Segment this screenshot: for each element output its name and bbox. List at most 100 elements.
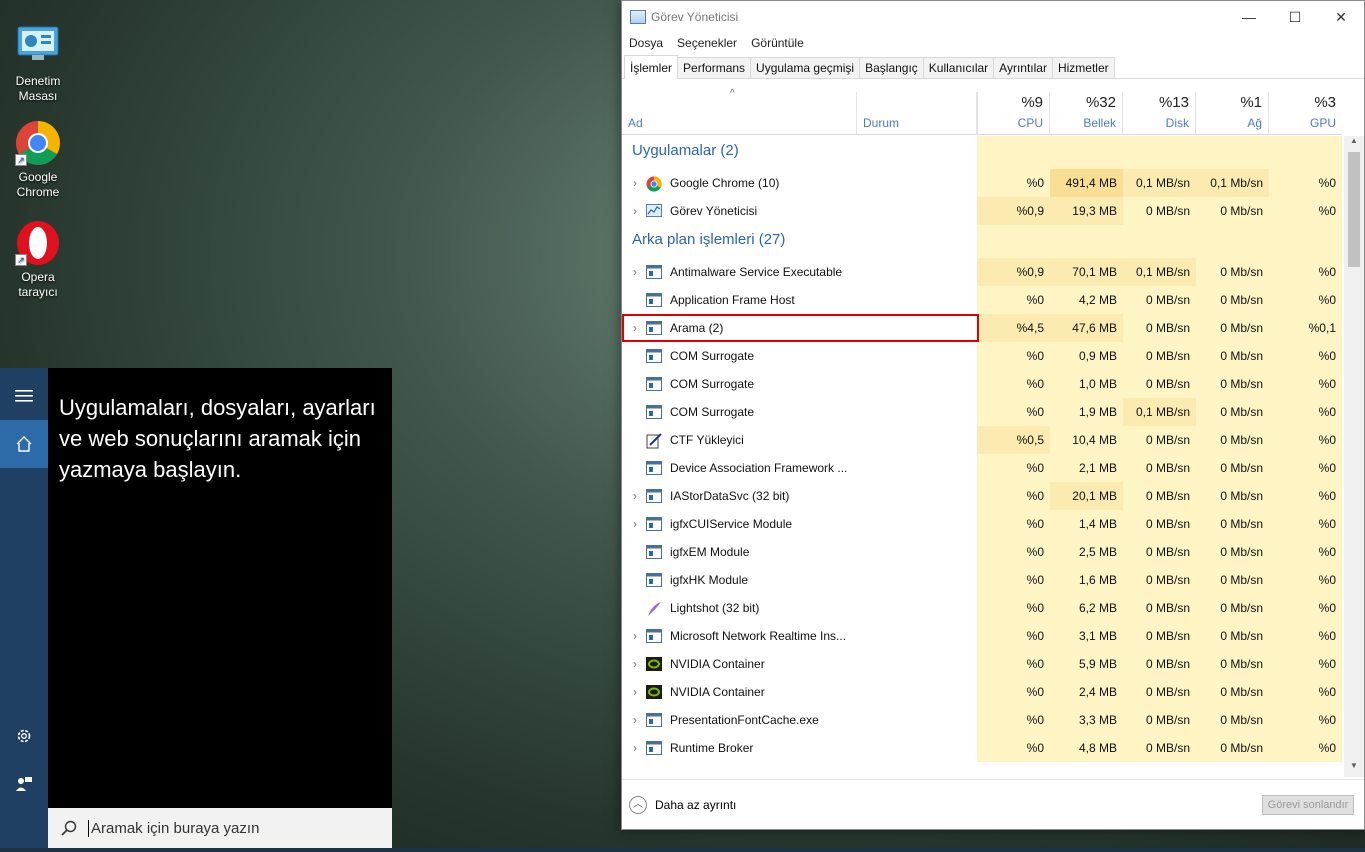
cell-cpu: %0 bbox=[977, 566, 1050, 594]
chevron-right-icon[interactable]: › bbox=[624, 204, 646, 218]
tab-startup[interactable]: Başlangıç bbox=[859, 57, 924, 78]
process-row[interactable]: › IAStorDataSvc (32 bit) %0 20,1 MB 0 MB/sn 0… bbox=[622, 482, 1342, 510]
chevron-right-icon[interactable]: › bbox=[624, 265, 646, 279]
cell-disk: 0,1 MB/sn bbox=[1123, 169, 1196, 197]
cell-net: 0 Mb/sn bbox=[1196, 734, 1269, 762]
service-icon bbox=[646, 405, 662, 419]
process-row[interactable]: COM Surrogate %0 0,9 MB 0 MB/sn 0 Mb/sn %0 bbox=[622, 342, 1342, 370]
process-name-cell: Device Association Framework ... bbox=[622, 454, 977, 482]
cell-gpu: %0 bbox=[1269, 650, 1342, 678]
cell-cpu: %4,5 bbox=[977, 314, 1050, 342]
tab-services[interactable]: Hizmetler bbox=[1051, 57, 1115, 78]
process-row[interactable]: › PresentationFontCache.exe %0 3,3 MB 0 MB/s… bbox=[622, 706, 1342, 734]
cell-mem: 3,3 MB bbox=[1050, 706, 1123, 734]
menu-file[interactable]: Dosya bbox=[629, 36, 663, 50]
chevron-right-icon[interactable]: › bbox=[624, 713, 646, 727]
tab-details[interactable]: Ayrıntılar bbox=[993, 57, 1053, 78]
column-cpu[interactable]: %9 CPU bbox=[977, 92, 1050, 135]
tab-processes[interactable]: İşlemler bbox=[624, 55, 679, 79]
chevron-up-icon[interactable]: ︿ bbox=[629, 795, 647, 814]
process-row[interactable]: › Antimalware Service Executable %0,9 70,1 … bbox=[622, 258, 1342, 286]
search-hint-text: Uygulamaları, dosyaları, ayarları ve web… bbox=[59, 395, 376, 482]
menu-options[interactable]: Seçenekler bbox=[677, 36, 737, 50]
task-manager-window: Görev Yöneticisi — ☐ ✕ Dosya Seçenekler … bbox=[621, 0, 1365, 830]
tab-app-history[interactable]: Uygulama geçmişi bbox=[750, 57, 861, 78]
process-row[interactable]: › Görev Yöneticisi %0,9 19,3 MB 0 MB/sn 0 Mb/… bbox=[622, 197, 1342, 225]
cell-net: 0 Mb/sn bbox=[1196, 538, 1269, 566]
title-bar[interactable]: Görev Yöneticisi — ☐ ✕ bbox=[622, 1, 1364, 33]
process-row[interactable]: › igfxCUIService Module %0 1,4 MB 0 MB/sn 0 M… bbox=[622, 510, 1342, 538]
cell-disk: 0 MB/sn bbox=[1123, 370, 1196, 398]
scroll-up-icon[interactable]: ▲ bbox=[1344, 136, 1364, 150]
chevron-right-icon[interactable]: › bbox=[624, 489, 646, 503]
tab-performance[interactable]: Performans bbox=[677, 57, 752, 78]
column-status[interactable]: Durum bbox=[856, 92, 977, 135]
chrome-icon: ↗ bbox=[15, 120, 61, 166]
maximize-icon[interactable]: ☐ bbox=[1272, 1, 1318, 33]
process-row[interactable]: › Microsoft Network Realtime Ins... %0 3,1 … bbox=[622, 622, 1342, 650]
process-name: igfxHK Module bbox=[670, 573, 749, 587]
chevron-right-icon[interactable]: › bbox=[624, 176, 646, 190]
desktop-icon-control-panel[interactable]: Denetim Masası bbox=[4, 24, 72, 104]
column-memory[interactable]: %32 Bellek bbox=[1050, 92, 1123, 135]
process-row[interactable]: › Runtime Broker %0 4,8 MB 0 MB/sn 0 Mb/sn %0 bbox=[622, 734, 1342, 762]
less-details-link[interactable]: Daha az ayrıntı bbox=[655, 798, 736, 812]
process-name-cell: COM Surrogate bbox=[622, 398, 977, 426]
hamburger-menu-icon[interactable] bbox=[0, 372, 48, 420]
vertical-scrollbar[interactable]: ▲ ▼ bbox=[1344, 136, 1364, 777]
minimize-icon[interactable]: — bbox=[1226, 1, 1272, 33]
cell-gpu: %0 bbox=[1269, 286, 1342, 314]
opera-icon: ↗ bbox=[15, 220, 61, 266]
process-row[interactable]: igfxHK Module %0 1,6 MB 0 MB/sn 0 Mb/sn %0 bbox=[622, 566, 1342, 594]
chevron-right-icon[interactable]: › bbox=[624, 517, 646, 531]
cell-gpu: %0 bbox=[1269, 258, 1342, 286]
service-icon bbox=[646, 713, 662, 727]
end-task-button[interactable]: Görevi sonlandır bbox=[1262, 795, 1354, 815]
shortcut-arrow-icon: ↗ bbox=[15, 154, 27, 166]
desktop-icon-chrome[interactable]: ↗ Google Chrome bbox=[4, 120, 72, 200]
taskbar-search-box[interactable] bbox=[48, 808, 392, 848]
service-icon bbox=[646, 461, 662, 475]
close-icon[interactable]: ✕ bbox=[1318, 1, 1364, 33]
cell-gpu: %0 bbox=[1269, 734, 1342, 762]
process-row[interactable]: Lightshot (32 bit) %0 6,2 MB 0 MB/sn 0 Mb/sn… bbox=[622, 594, 1342, 622]
process-row[interactable]: CTF Yükleyici %0,5 10,4 MB 0 MB/sn 0 Mb/sn %0 bbox=[622, 426, 1342, 454]
scroll-down-icon[interactable]: ▼ bbox=[1344, 761, 1364, 775]
process-name: Application Frame Host bbox=[670, 293, 795, 307]
process-row[interactable]: › NVIDIA Container %0 5,9 MB 0 MB/sn 0 Mb/sn%… bbox=[622, 650, 1342, 678]
menu-bar: Dosya Seçenekler Görüntüle bbox=[622, 33, 1364, 53]
cell-gpu: %0 bbox=[1269, 169, 1342, 197]
group-heat-cell bbox=[1196, 136, 1269, 169]
column-disk[interactable]: %13 Disk bbox=[1123, 92, 1196, 135]
process-row[interactable]: Device Association Framework ... %0 2,1 MB… bbox=[622, 454, 1342, 482]
desktop-icon-opera[interactable]: ↗ Opera tarayıcı bbox=[4, 220, 72, 300]
cell-disk: 0 MB/sn bbox=[1123, 426, 1196, 454]
feedback-icon[interactable] bbox=[0, 760, 48, 808]
chevron-right-icon[interactable]: › bbox=[624, 657, 646, 671]
column-network[interactable]: %1 Ağ bbox=[1196, 92, 1269, 135]
settings-gear-icon[interactable] bbox=[0, 712, 48, 760]
process-row[interactable]: › Google Chrome (10) %0 491,4 MB 0,1 MB/sn 0,… bbox=[622, 169, 1342, 197]
process-row[interactable]: COM Surrogate %0 1,0 MB 0 MB/sn 0 Mb/sn %0 bbox=[622, 370, 1342, 398]
column-name[interactable]: ^ Ad bbox=[622, 88, 856, 135]
scrollbar-thumb[interactable] bbox=[1348, 152, 1360, 267]
column-gpu[interactable]: %3 GPU bbox=[1269, 92, 1342, 135]
cell-cpu: %0 bbox=[977, 510, 1050, 538]
tab-users[interactable]: Kullanıcılar bbox=[922, 57, 995, 78]
chevron-right-icon[interactable]: › bbox=[624, 629, 646, 643]
process-row[interactable]: igfxEM Module %0 2,5 MB 0 MB/sn 0 Mb/sn %0 bbox=[622, 538, 1342, 566]
search-input[interactable] bbox=[88, 819, 368, 837]
cell-mem: 10,4 MB bbox=[1050, 426, 1123, 454]
group-heat-cell bbox=[1123, 136, 1196, 169]
chevron-right-icon[interactable]: › bbox=[624, 685, 646, 699]
menu-view[interactable]: Görüntüle bbox=[751, 36, 804, 50]
process-row[interactable]: › NVIDIA Container %0 2,4 MB 0 MB/sn 0 Mb/sn%… bbox=[622, 678, 1342, 706]
process-row[interactable]: Application Frame Host %0 4,2 MB 0 MB/sn 0 M… bbox=[622, 286, 1342, 314]
group-title: Uygulamalar (2) bbox=[632, 142, 739, 159]
process-name: Görev Yöneticisi bbox=[670, 204, 758, 218]
process-row[interactable]: COM Surrogate %0 1,9 MB 0,1 MB/sn 0 Mb/sn %0 bbox=[622, 398, 1342, 426]
home-icon[interactable] bbox=[0, 420, 48, 468]
chevron-right-icon[interactable]: › bbox=[624, 741, 646, 755]
cell-net: 0 Mb/sn bbox=[1196, 482, 1269, 510]
process-name-cell: Application Frame Host bbox=[622, 286, 977, 314]
